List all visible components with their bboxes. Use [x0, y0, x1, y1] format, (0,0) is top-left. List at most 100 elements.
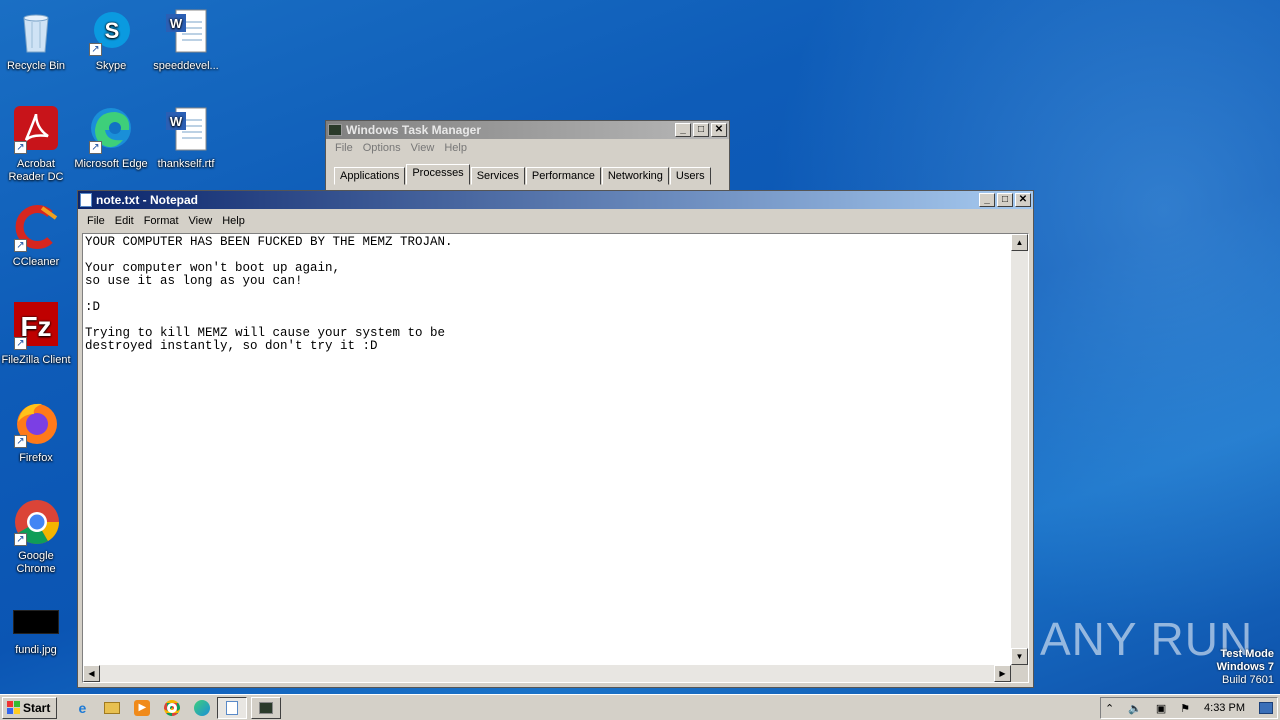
desktop-icon-fundi[interactable]: fundi.jpg	[0, 610, 74, 657]
menu-view[interactable]: View	[184, 215, 218, 227]
start-label: Start	[23, 700, 51, 715]
notepad-editor[interactable]: YOUR COMPUTER HAS BEEN FUCKED BY THE MEM…	[82, 233, 1029, 683]
vertical-scrollbar[interactable]: ▲ ▼	[1011, 234, 1028, 665]
task-manager-app-icon	[328, 124, 342, 136]
desktop-icon-microsoft-edge[interactable]: ↗ Microsoft Edge	[73, 106, 149, 171]
taskbar-task-manager[interactable]	[251, 696, 282, 719]
desktop-icon-label: fundi.jpg	[15, 644, 57, 656]
desktop-icon-firefox[interactable]: ↗ Firefox	[0, 400, 74, 465]
menu-help[interactable]: Help	[217, 215, 250, 227]
horizontal-scrollbar[interactable]: ◀ ▶	[83, 665, 1011, 682]
test-mode-line2: Windows 7	[1216, 661, 1274, 673]
desktop-icon-google-chrome[interactable]: ↗ Google Chrome	[0, 498, 74, 576]
desktop-icon-label: Acrobat Reader DC	[8, 158, 64, 183]
tab-networking[interactable]: Networking	[601, 167, 669, 185]
desktop-icon-label: FileZilla Client	[1, 354, 71, 366]
task-manager-icon	[259, 701, 274, 714]
taskbar: Start e ▶ ⌃ 🔈 ▣ ⚑ 4:33 PM	[0, 694, 1280, 720]
desktop-icon-skype[interactable]: S ↗ Skype	[73, 8, 149, 73]
resize-grip[interactable]	[1011, 665, 1028, 682]
desktop-icon-recycle-bin[interactable]: Recycle Bin	[0, 8, 74, 73]
show-desktop-icon[interactable]	[1258, 702, 1273, 714]
notepad-window[interactable]: note.txt - Notepad _ □ ✕ File Edit Forma…	[77, 190, 1034, 688]
menu-file[interactable]: File	[330, 142, 358, 154]
notepad-app-icon	[80, 193, 92, 207]
svg-text:W: W	[170, 114, 183, 129]
desktop-icon-label: Microsoft Edge	[74, 158, 148, 170]
tab-performance[interactable]: Performance	[525, 167, 601, 185]
word-document-icon: W	[162, 8, 210, 56]
desktop-icon-label: CCleaner	[12, 256, 60, 268]
tab-users[interactable]: Users	[669, 167, 711, 185]
desktop-icon-label: Recycle Bin	[6, 60, 66, 72]
network-icon[interactable]: ▣	[1156, 702, 1166, 715]
image-file-icon	[12, 610, 60, 640]
shortcut-arrow-icon: ↗	[14, 435, 27, 448]
ccleaner-icon: ↗	[12, 204, 60, 252]
shortcut-arrow-icon: ↗	[14, 141, 27, 154]
desktop-icon-acrobat[interactable]: ↗ Acrobat Reader DC	[0, 106, 74, 184]
chrome-icon: ↗	[12, 498, 60, 546]
notepad-title: note.txt - Notepad	[96, 193, 198, 207]
menu-options[interactable]: Options	[358, 142, 406, 154]
menu-file[interactable]: File	[82, 215, 110, 227]
menu-view[interactable]: View	[406, 142, 440, 154]
system-tray: ⌃ 🔈 ▣ ⚑ 4:33 PM	[1100, 697, 1278, 719]
scroll-down-icon[interactable]: ▼	[1011, 648, 1028, 665]
desktop-icon-label: speeddevel...	[153, 60, 219, 72]
firefox-icon: ↗	[12, 400, 60, 448]
task-manager-tabs: Applications Processes Services Performa…	[326, 157, 729, 185]
word-document-icon: W	[162, 106, 210, 154]
desktop-icon-label: Firefox	[19, 452, 53, 464]
desktop-icon-thankself[interactable]: W thankself.rtf	[148, 106, 224, 171]
test-mode-line1: Test Mode	[1220, 648, 1274, 660]
shortcut-arrow-icon: ↗	[14, 533, 27, 546]
tab-services[interactable]: Services	[470, 167, 525, 185]
file-explorer-icon[interactable]	[101, 698, 123, 718]
media-player-icon[interactable]: ▶	[131, 698, 153, 718]
menu-edit[interactable]: Edit	[110, 215, 139, 227]
scroll-up-icon[interactable]: ▲	[1011, 234, 1028, 251]
shortcut-arrow-icon: ↗	[89, 43, 102, 56]
notepad-titlebar[interactable]: note.txt - Notepad _ □ ✕	[78, 191, 1033, 209]
svg-text:S: S	[105, 18, 120, 43]
internet-explorer-icon[interactable]: e	[71, 698, 93, 718]
taskbar-notepad[interactable]	[217, 696, 248, 719]
close-icon[interactable]: ✕	[711, 123, 727, 137]
shortcut-arrow-icon: ↗	[14, 337, 27, 350]
filezilla-icon: Fz ↗	[12, 302, 60, 350]
skype-icon: S ↗	[87, 8, 135, 56]
scroll-right-icon[interactable]: ▶	[994, 665, 1011, 682]
action-center-icon[interactable]: ⚑	[1180, 702, 1190, 715]
show-hidden-icons-icon[interactable]: ⌃	[1105, 702, 1114, 715]
maximize-icon[interactable]: □	[693, 123, 709, 137]
tab-processes[interactable]: Processes	[406, 164, 470, 185]
acrobat-icon: ↗	[12, 106, 60, 154]
svg-text:W: W	[170, 16, 183, 31]
test-mode-notice: Test Mode Windows 7 Build 7601	[1217, 648, 1274, 687]
test-mode-line3: Build 7601	[1222, 674, 1274, 686]
edge-icon: ↗	[87, 106, 135, 154]
task-manager-window[interactable]: Windows Task Manager _ □ ✕ File Options …	[325, 120, 730, 192]
desktop-icon-filezilla[interactable]: Fz ↗ FileZilla Client	[0, 302, 74, 367]
maximize-icon[interactable]: □	[997, 193, 1013, 207]
close-icon[interactable]: ✕	[1015, 193, 1031, 207]
minimize-icon[interactable]: _	[675, 123, 691, 137]
clock[interactable]: 4:33 PM	[1204, 702, 1245, 714]
menu-help[interactable]: Help	[439, 142, 472, 154]
minimize-icon[interactable]: _	[979, 193, 995, 207]
shortcut-arrow-icon: ↗	[89, 141, 102, 154]
volume-icon[interactable]: 🔈	[1128, 702, 1142, 715]
windows-logo-icon	[7, 701, 20, 714]
desktop-icon-label: Skype	[95, 60, 127, 72]
tab-applications[interactable]: Applications	[334, 167, 406, 185]
start-button[interactable]: Start	[2, 696, 58, 719]
task-manager-titlebar[interactable]: Windows Task Manager _ □ ✕	[326, 121, 729, 139]
edge-taskbar-icon[interactable]	[191, 698, 213, 718]
menu-format[interactable]: Format	[139, 215, 184, 227]
desktop-icon-ccleaner[interactable]: ↗ CCleaner	[0, 204, 74, 269]
notepad-text-content[interactable]: YOUR COMPUTER HAS BEEN FUCKED BY THE MEM…	[85, 236, 1008, 662]
chrome-taskbar-icon[interactable]	[161, 698, 183, 718]
desktop-icon-speeddevel[interactable]: W speeddevel...	[148, 8, 224, 73]
scroll-left-icon[interactable]: ◀	[83, 665, 100, 682]
